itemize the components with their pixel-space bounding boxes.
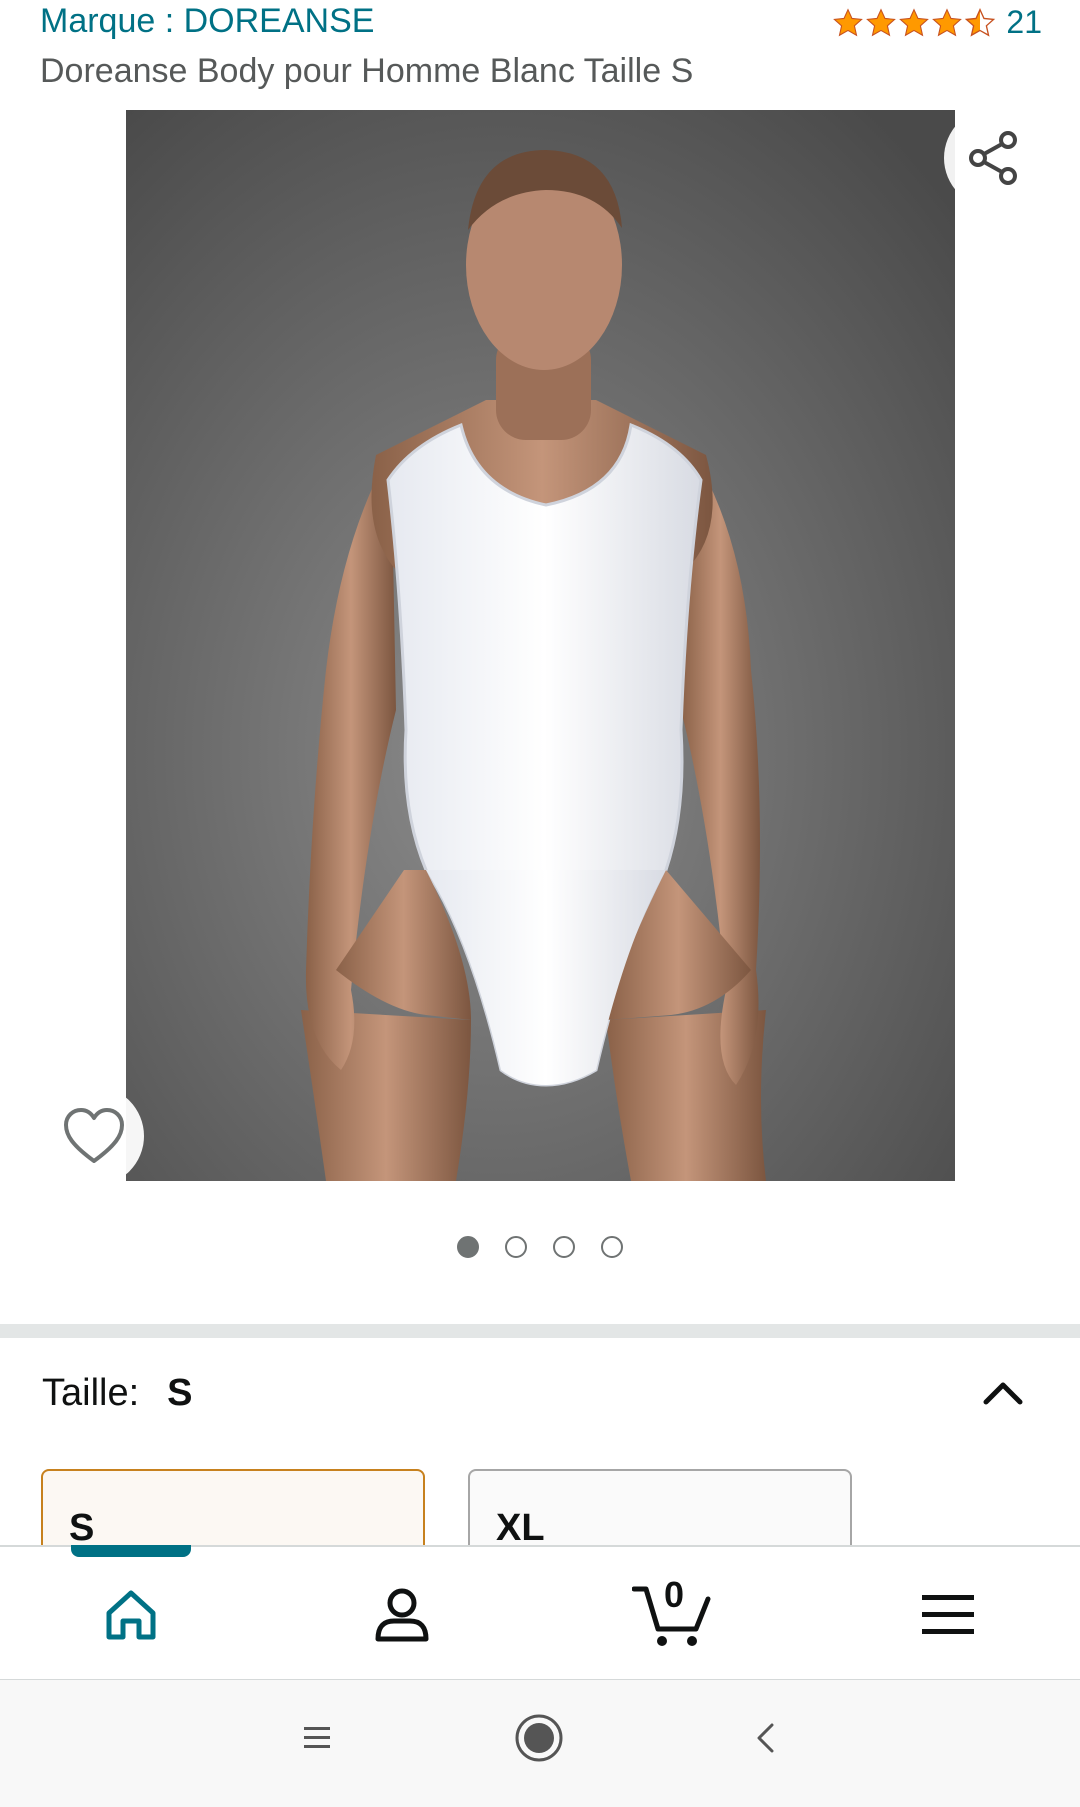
system-navigation-bar [0,1680,1080,1807]
heart-icon [64,1108,124,1163]
product-photo [126,110,955,1181]
nav-menu[interactable] [908,1580,988,1650]
carousel-dot[interactable] [601,1236,623,1258]
size-label: Taille: [42,1372,140,1414]
account-icon [375,1588,429,1642]
share-icon [969,131,1017,185]
rating-count[interactable]: 21 [1006,4,1042,41]
selected-size: S [167,1372,193,1414]
star-full-icon [866,7,897,36]
size-selector-header[interactable]: Taille: S [42,1372,193,1415]
menu-icon [922,1595,974,1634]
product-image[interactable] [126,110,955,1181]
home-system-icon[interactable] [514,1713,564,1763]
nav-home[interactable] [91,1580,171,1650]
product-title: Doreanse Body pour Homme Blanc Taille S [40,52,694,90]
rating-summary[interactable]: 21 [832,4,1042,41]
recent-apps-icon[interactable] [302,1724,332,1752]
carousel-dot[interactable] [553,1236,575,1258]
cart-count-badge: 0 [664,1574,685,1615]
star-rating [832,7,996,39]
star-full-icon [833,7,864,36]
share-button[interactable] [944,108,1044,208]
chevron-up-icon[interactable] [982,1378,1024,1408]
home-icon [106,1590,156,1640]
image-carousel-indicator [0,1236,1080,1258]
section-divider [0,1324,1080,1338]
back-system-icon[interactable] [754,1722,776,1754]
brand-link[interactable]: Marque : DOREANSE [40,2,374,41]
carousel-dot[interactable] [505,1236,527,1258]
star-half-icon [965,7,996,37]
star-full-icon [899,7,930,36]
active-tab-indicator [71,1545,191,1557]
add-to-wishlist-button[interactable] [44,1086,144,1186]
carousel-dot[interactable] [457,1236,479,1258]
star-full-icon [932,7,963,36]
nav-account[interactable] [362,1580,442,1650]
